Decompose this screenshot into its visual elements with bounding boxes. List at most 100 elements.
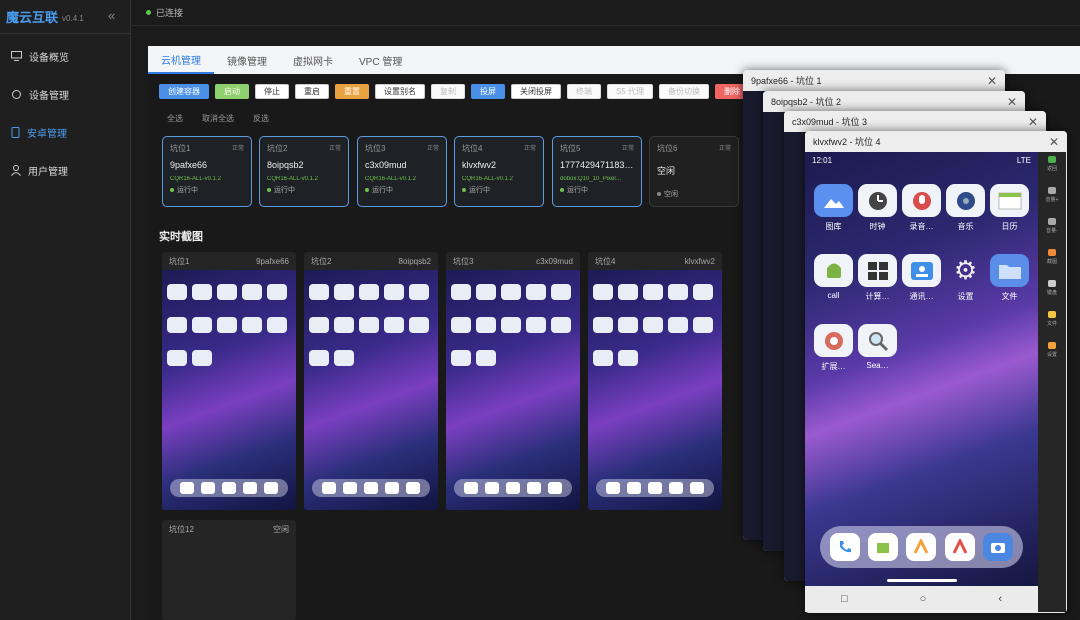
app-label: 图库 (825, 222, 842, 231)
app-search[interactable]: Sea… (858, 324, 897, 372)
slot-image: CQR16-ALL-v0.1.2 (365, 176, 417, 182)
phone-icon (11, 126, 20, 138)
slot-run-status: 运行中 (170, 185, 244, 195)
slot-run-status: 运行中 (365, 185, 439, 195)
backup-switch-button[interactable]: 备份切换 (659, 84, 710, 99)
app-files[interactable]: 文件 (990, 254, 1029, 302)
screenshot-tile[interactable]: 坑位2 8oipqsb2 (304, 252, 438, 510)
back-tool[interactable]: 返回 (1047, 156, 1057, 172)
app-calculator[interactable]: 计算… (858, 254, 897, 302)
recents-button[interactable]: □ (841, 593, 848, 605)
sidebar-item-users[interactable]: 用户管理 (0, 151, 130, 189)
store-icon[interactable] (868, 533, 899, 561)
tab-vpc[interactable]: VPC 管理 (346, 46, 415, 74)
app-recorder[interactable]: 录音… (902, 184, 941, 232)
slot-image: CQR16-ALL-v0.1.2 (170, 176, 222, 182)
file-tool[interactable]: 文件 (1047, 311, 1057, 327)
tab-cloud-machines[interactable]: 云机管理 (148, 46, 214, 74)
invert-selection-link[interactable]: 反选 (253, 113, 269, 124)
slot-position: 坑位2 (267, 144, 288, 153)
tool-label: 截图 (1046, 259, 1057, 265)
app-label: 计算… (865, 292, 890, 301)
close-icon[interactable]: ✕ (1028, 115, 1038, 129)
browser-icon[interactable] (944, 533, 975, 561)
slot-card[interactable]: 坑位3 正常 c3x09mud CQR16-ALL-v0.1.2 运行中 (357, 136, 447, 207)
deselect-all-link[interactable]: 取消全选 (202, 113, 234, 124)
collapse-sidebar-icon[interactable]: « (108, 8, 115, 23)
idle-dot (657, 192, 661, 196)
tab-virtual-nic[interactable]: 虚拟网卡 (280, 46, 346, 74)
app-extensions[interactable]: 扩展… (814, 324, 853, 372)
slot-run-label: 运行中 (274, 187, 295, 194)
app-music[interactable]: 音乐 (946, 184, 985, 232)
create-container-button[interactable]: 创建容器 (159, 84, 209, 99)
maps-icon[interactable] (906, 533, 937, 561)
shot-position: 坑位1 (169, 256, 190, 266)
restart-button[interactable]: 重启 (295, 84, 329, 99)
screenshot-tile-empty[interactable]: 坑位12 空闲 (162, 520, 296, 620)
app-calendar[interactable]: 日历 (990, 184, 1029, 232)
screenshot-tile[interactable]: 坑位4 klvxfwv2 (588, 252, 722, 510)
terminal-button[interactable]: 终端 (567, 84, 601, 99)
volume-up-tool[interactable]: 音量+ (1045, 187, 1059, 203)
settings-tool[interactable]: 设置 (1047, 342, 1057, 358)
app-call[interactable]: call (814, 254, 853, 302)
close-cast-button[interactable]: 关闭投屏 (511, 84, 561, 99)
app-name: 魔云互联 (6, 10, 59, 25)
tool-label: 音量+ (1045, 197, 1059, 203)
tool-label: 设置 (1046, 352, 1057, 358)
s5-proxy-button[interactable]: S5 代理 (607, 84, 654, 99)
volume-down-tool[interactable]: 音量- (1046, 218, 1058, 234)
toolbar: 创建容器 启动 停止 重启 重置 设置别名 复制 投屏 关闭投屏 终端 S5 代… (159, 84, 750, 99)
sidebar-item-android[interactable]: 安卓管理 (0, 113, 130, 151)
app-contacts[interactable]: 通讯… (902, 254, 941, 302)
app-label: 录音… (909, 222, 934, 231)
slot-run-label: 运行中 (469, 187, 490, 194)
sidebar-item-label: 设备管理 (29, 90, 69, 102)
user-icon (11, 164, 21, 176)
shot-screen (304, 270, 438, 510)
set-alias-button[interactable]: 设置别名 (375, 84, 425, 99)
app-label: 设置 (957, 292, 974, 301)
folder-icon (990, 254, 1029, 287)
slot-card[interactable]: 坑位4 正常 klvxfwv2 CQR16-ALL-v0.1.2 运行中 (454, 136, 544, 207)
app-settings[interactable]: ⚙ 设置 (946, 254, 985, 302)
copy-button[interactable]: 复制 (431, 84, 465, 99)
sidebar-item-devices[interactable]: 设备管理 (0, 75, 130, 113)
screenshot-tile[interactable]: 坑位3 c3x09mud (446, 252, 580, 510)
app-gallery[interactable]: 图库 (814, 184, 853, 232)
reset-button[interactable]: 重置 (335, 84, 369, 99)
screenshot-tool[interactable]: 截图 (1047, 249, 1057, 265)
start-button[interactable]: 启动 (215, 84, 249, 99)
slot-run-status: 运行中 (267, 185, 341, 195)
slot-name: c3x09mud (365, 160, 407, 170)
select-all-link[interactable]: 全选 (167, 113, 183, 124)
slot-position: 坑位4 (462, 144, 483, 153)
home-button[interactable]: ○ (920, 593, 927, 605)
slot-card[interactable]: 坑位1 正常 9pafxe66 CQR16-ALL-v0.1.2 运行中 (162, 136, 252, 207)
app-clock[interactable]: 时钟 (858, 184, 897, 232)
slot-state: 正常 (523, 146, 536, 152)
back-button[interactable]: ‹ (998, 593, 1002, 605)
close-icon[interactable]: ✕ (987, 74, 997, 88)
cast-screen-button[interactable]: 投屏 (471, 84, 505, 99)
sidebar-item-overview[interactable]: 设备概览 (0, 37, 130, 75)
slot-card[interactable]: 坑位5 正常 1777429471183… dobox:Q10_10_Pixel…… (552, 136, 642, 207)
phone-call-icon[interactable] (830, 533, 861, 561)
close-icon[interactable]: ✕ (1007, 95, 1017, 109)
screenshot-tile[interactable]: 坑位1 9pafxe66 (162, 252, 296, 510)
stop-button[interactable]: 停止 (255, 84, 289, 99)
selection-row: 全选 取消全选 反选 (167, 113, 269, 124)
phone-screen[interactable]: 12:01 LTE 图库 时钟 录音… 音乐 日历 call 计算… 通讯… ⚙… (805, 152, 1038, 586)
shot-position: 坑位3 (453, 256, 474, 266)
close-icon[interactable]: ✕ (1049, 135, 1059, 149)
keyboard-tool[interactable]: 键盘 (1047, 280, 1057, 296)
tab-images[interactable]: 镜像管理 (214, 46, 280, 74)
slot-card[interactable]: 坑位2 正常 8oipqsb2 CQR16-ALL-v0.1.2 运行中 (259, 136, 349, 207)
connection-bar: 已连接 (132, 0, 1080, 26)
camera-icon[interactable] (982, 533, 1013, 561)
chip-icon (12, 89, 21, 99)
slot-image: CQR16-ALL-v0.1.2 (462, 176, 514, 182)
slot-card[interactable]: 坑位6 正常 空闲 空闲 (649, 136, 739, 207)
app-version: v0.4.1 (62, 13, 84, 23)
